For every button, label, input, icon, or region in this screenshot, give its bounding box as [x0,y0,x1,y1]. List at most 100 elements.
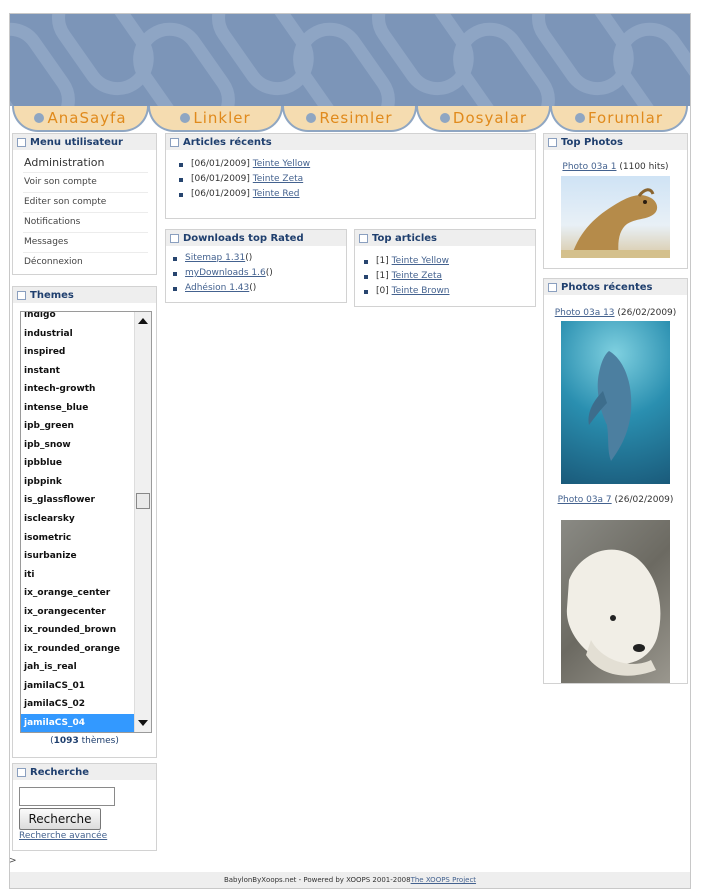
search-input[interactable] [19,787,115,806]
photo-link[interactable]: Photo 03a 13 [555,308,615,318]
nav-tab-forumlar[interactable]: Forumlar [550,106,688,132]
article-link[interactable]: Teinte Yellow [253,157,310,172]
list-item: [06/01/2009] Teinte Red [179,187,535,202]
download-link[interactable]: myDownloads 1.6 [185,266,266,281]
xoops-project-link[interactable]: The XOOPS Project [411,876,476,884]
themes-title: Themes [13,287,156,303]
chain-pattern [10,14,690,106]
list-item: [06/01/2009] Teinte Yellow [179,157,535,172]
theme-option[interactable]: intense_blue [21,399,134,418]
list-item: [1] Teinte Yellow [364,254,535,269]
downloads-block: Downloads top Rated Sitemap 1.31 () myDo… [165,229,347,303]
nav-tab-anasayfa[interactable]: AnaSayfa [12,106,149,132]
menu-item-messages[interactable]: Messages [23,233,148,253]
block-marker-icon [548,137,557,147]
article-link[interactable]: Teinte Red [253,187,300,202]
scroll-thumb[interactable] [136,493,150,509]
theme-option[interactable]: isclearsky [21,510,134,529]
list-item: [06/01/2009] Teinte Zeta [179,172,535,187]
menu-item-view-account[interactable]: Voir son compte [23,173,148,193]
top-article-link[interactable]: Teinte Zeta [392,269,442,284]
recent-articles-block: Articles récents [06/01/2009] Teinte Yel… [165,133,536,219]
search-title: Recherche [13,764,156,780]
scroll-up-icon[interactable] [138,318,148,324]
recent-articles-title: Articles récents [166,134,535,150]
download-link[interactable]: Sitemap 1.31 [185,251,245,266]
tab-bullet-icon [180,113,191,123]
search-button[interactable]: Recherche [19,808,101,830]
theme-option[interactable]: ipb_snow [21,436,134,455]
theme-option[interactable]: jah_is_real [21,658,134,677]
photo-link[interactable]: Photo 03a 1 [562,162,616,172]
top-article-link[interactable]: Teinte Yellow [392,254,449,269]
corner-mark: > [9,856,17,866]
theme-option[interactable]: is_glassflower [21,491,134,510]
menu-item-notifications[interactable]: Notifications [23,213,148,233]
list-item: [1] Teinte Zeta [364,269,535,284]
theme-option[interactable]: ix_rounded_brown [21,621,134,640]
menu-item-administration[interactable]: Administration [23,153,148,173]
theme-option[interactable]: iti [21,566,134,585]
theme-count: (1093 thèmes) [50,736,119,746]
block-marker-icon [359,233,368,243]
recent-photos-title: Photos récentes [544,279,687,295]
theme-option[interactable]: ipbpink [21,473,134,492]
recent-photo-caption: Photo 03a 13 (26/02/2009) [554,308,677,318]
theme-option[interactable]: ix_rounded_orange [21,640,134,659]
theme-option[interactable]: instant [21,362,134,381]
user-menu-title: Menu utilisateur [13,134,156,150]
theme-option[interactable]: ipb_green [21,417,134,436]
menu-item-edit-account[interactable]: Editer son compte [23,193,148,213]
theme-option[interactable]: indigo [21,312,134,325]
scroll-down-icon[interactable] [138,720,148,726]
bullet-icon [173,271,177,276]
advanced-search-link[interactable]: Recherche avancée [19,831,107,841]
theme-option[interactable]: jamilaCS_04 [21,714,134,732]
bullet-icon [179,177,183,182]
page-frame: AnaSayfa Linkler Resimler Dosyalar Forum… [9,13,691,889]
theme-list-scrollbar[interactable] [134,312,151,732]
photo-link[interactable]: Photo 03a 7 [558,495,612,505]
theme-option[interactable]: ix_orange_center [21,584,134,603]
theme-option[interactable]: isurbanize [21,547,134,566]
article-link[interactable]: Teinte Zeta [253,172,303,187]
camel-photo[interactable] [561,176,670,258]
theme-select-list[interactable]: indigo industrial inspired instant intech-gr… [20,311,152,733]
download-link[interactable]: Adhésion 1.43 [185,281,249,296]
themes-block: Themes indigo industrial inspired instant in… [12,286,157,758]
bullet-icon [173,286,177,291]
theme-option[interactable]: ipbblue [21,454,134,473]
theme-option[interactable]: intech-growth [21,380,134,399]
search-block: Recherche Recherche Recherche avancée [12,763,157,851]
list-item: myDownloads 1.6 () [173,266,346,281]
page-footer: BabylonByXoops.net - Powered by XOOPS 20… [10,872,690,888]
menu-item-logout[interactable]: Déconnexion [23,253,148,272]
block-marker-icon [17,290,26,300]
theme-option[interactable]: ix_orangecenter [21,603,134,622]
list-item: [0] Teinte Brown [364,284,535,299]
block-marker-icon [170,137,179,147]
main-nav: AnaSayfa Linkler Resimler Dosyalar Forum… [10,106,690,133]
dolphin-photo[interactable] [561,321,670,484]
list-item: Sitemap 1.31 () [173,251,346,266]
theme-option[interactable]: inspired [21,343,134,362]
polar-bear-photo[interactable] [561,520,670,683]
top-articles-block: Top articles [1] Teinte Yellow [1] Teint… [354,229,536,307]
nav-tab-linkler[interactable]: Linkler [148,106,283,132]
downloads-title: Downloads top Rated [166,230,346,246]
tab-bullet-icon [34,113,45,123]
bullet-icon [364,274,368,279]
nav-tab-dosyalar[interactable]: Dosyalar [416,106,551,132]
top-photos-block: Top Photos Photo 03a 1 (1100 hits) [543,133,688,269]
block-marker-icon [548,282,557,292]
theme-option[interactable]: jamilaCS_02 [21,695,134,714]
bullet-icon [179,192,183,197]
theme-option[interactable]: isometric [21,529,134,548]
top-photos-title: Top Photos [544,134,687,150]
theme-option[interactable]: industrial [21,325,134,344]
nav-tab-resimler[interactable]: Resimler [282,106,417,132]
top-article-link[interactable]: Teinte Brown [392,284,450,299]
bullet-icon [364,289,368,294]
theme-option[interactable]: jamilaCS_01 [21,677,134,696]
tab-bullet-icon [439,113,450,123]
